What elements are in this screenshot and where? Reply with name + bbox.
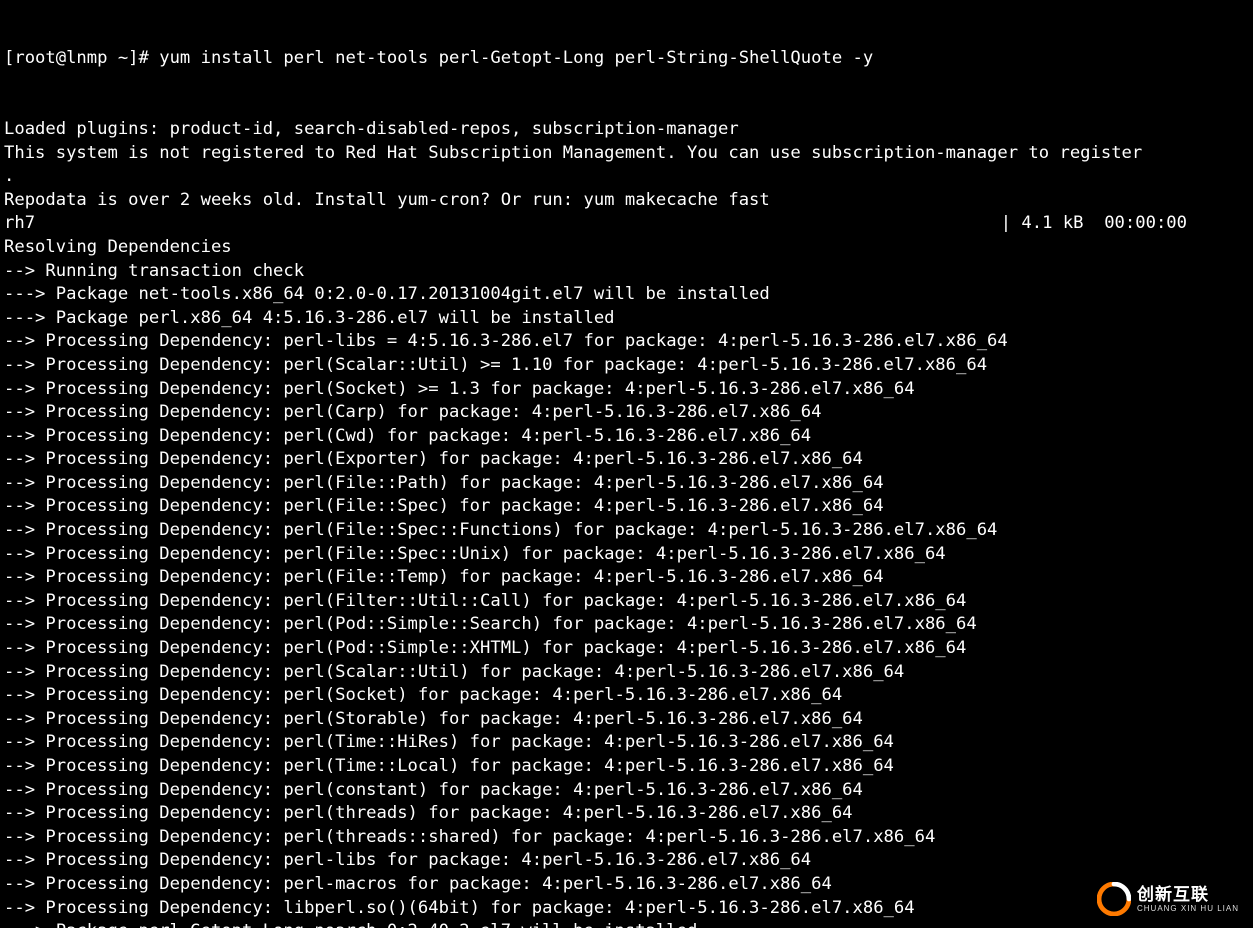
output-line: --> Processing Dependency: perl(Socket) …: [4, 684, 1249, 708]
output-line: This system is not registered to Red Hat…: [4, 142, 1249, 166]
output-line: --> Processing Dependency: perl(Time::Hi…: [4, 731, 1249, 755]
watermark: 创新互联 CHUANG XIN HU LIAN: [1097, 882, 1239, 916]
output-line: --> Processing Dependency: perl(File::Pa…: [4, 472, 1249, 496]
output-line: --> Processing Dependency: perl(File::Sp…: [4, 519, 1249, 543]
watermark-text-en: CHUANG XIN HU LIAN: [1137, 905, 1239, 913]
terminal-output[interactable]: [root@lnmp ~]# yum install perl net-tool…: [0, 0, 1253, 928]
output-line: ---> Package perl.x86_64 4:5.16.3-286.el…: [4, 307, 1249, 331]
watermark-logo-icon: [1097, 882, 1131, 916]
output-line: --> Processing Dependency: perl(Storable…: [4, 708, 1249, 732]
output-line: --> Processing Dependency: perl(Scalar::…: [4, 661, 1249, 685]
watermark-text-cn: 创新互联: [1137, 886, 1239, 903]
output-line: ---> Package net-tools.x86_64 0:2.0-0.17…: [4, 283, 1249, 307]
output-line: Loaded plugins: product-id, search-disab…: [4, 118, 1249, 142]
output-line: ---> Package perl-Getopt-Long.noarch 0:2…: [4, 920, 1249, 928]
output-line: --> Processing Dependency: perl(threads)…: [4, 802, 1249, 826]
output-line: --> Processing Dependency: perl(Exporter…: [4, 448, 1249, 472]
output-line: --> Processing Dependency: perl(Pod::Sim…: [4, 637, 1249, 661]
output-line: --> Processing Dependency: perl(threads:…: [4, 826, 1249, 850]
output-line: --> Processing Dependency: perl(constant…: [4, 779, 1249, 803]
output-line: --> Processing Dependency: perl-libs = 4…: [4, 330, 1249, 354]
output-line: --> Processing Dependency: perl(Filter::…: [4, 590, 1249, 614]
output-line: --> Processing Dependency: perl(Socket) …: [4, 378, 1249, 402]
command-line: [root@lnmp ~]# yum install perl net-tool…: [4, 47, 1249, 71]
output-line: --> Processing Dependency: libperl.so()(…: [4, 897, 1249, 921]
output-line: --> Processing Dependency: perl(Pod::Sim…: [4, 613, 1249, 637]
repo-name: rh7: [4, 212, 35, 236]
output-line: --> Running transaction check: [4, 260, 1249, 284]
shell-prompt: [root@lnmp ~]#: [4, 48, 159, 68]
output-line: .: [4, 165, 1249, 189]
output-line: --> Processing Dependency: perl-macros f…: [4, 873, 1249, 897]
output-line: --> Processing Dependency: perl(Time::Lo…: [4, 755, 1249, 779]
output-line: --> Processing Dependency: perl-libs for…: [4, 849, 1249, 873]
output-line: --> Processing Dependency: perl(Carp) fo…: [4, 401, 1249, 425]
output-line: Resolving Dependencies: [4, 236, 1249, 260]
repo-progress-line: rh7 | 4.1 kB 00:00:00: [4, 212, 1249, 236]
output-line: Repodata is over 2 weeks old. Install yu…: [4, 189, 1249, 213]
output-line: --> Processing Dependency: perl(Scalar::…: [4, 354, 1249, 378]
shell-command: yum install perl net-tools perl-Getopt-L…: [159, 48, 873, 68]
output-line: --> Processing Dependency: perl(File::Te…: [4, 566, 1249, 590]
output-line: --> Processing Dependency: perl(File::Sp…: [4, 495, 1249, 519]
output-line: --> Processing Dependency: perl(File::Sp…: [4, 543, 1249, 567]
output-line: --> Processing Dependency: perl(Cwd) for…: [4, 425, 1249, 449]
repo-size-time: | 4.1 kB 00:00:00: [1001, 212, 1249, 236]
